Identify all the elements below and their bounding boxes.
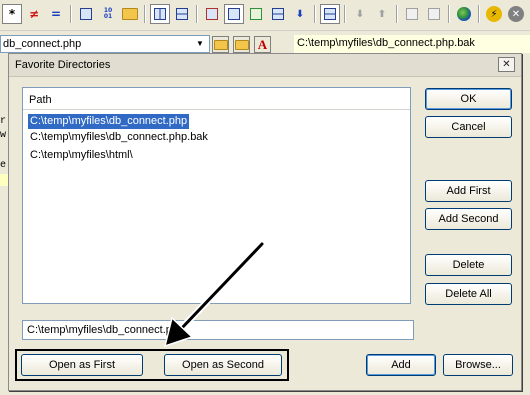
equal-glyph: =	[50, 7, 62, 21]
close-icon: ✕	[502, 59, 511, 70]
toolbar-separator	[144, 5, 146, 23]
sync-right-shape	[428, 8, 440, 20]
dialog-title: Favorite Directories	[15, 59, 111, 71]
open-as-second-button[interactable]: Open as Second	[164, 354, 282, 376]
toolbar-separator	[70, 5, 72, 23]
sync-left-shape	[406, 8, 418, 20]
toolbar-separator	[344, 5, 346, 23]
folder-open-icon[interactable]	[120, 4, 140, 24]
compare-icon[interactable]	[202, 4, 222, 24]
open-folder-shape	[213, 39, 228, 50]
frame-shape	[324, 8, 336, 20]
equal-icon[interactable]: =	[46, 4, 66, 24]
stop-glyph: ✕	[511, 8, 521, 20]
horizontal-split-icon[interactable]	[172, 4, 192, 24]
globe-icon[interactable]	[454, 4, 474, 24]
copy-lines-icon[interactable]	[76, 4, 96, 24]
stop-icon[interactable]: ✕	[506, 4, 526, 24]
right-file-value: C:\temp\myfiles\db_connect.php.bak	[297, 37, 475, 49]
path-input[interactable]: C:\temp\myfiles\db_connect.php	[22, 320, 414, 340]
delete-all-button[interactable]: Delete All	[425, 283, 512, 305]
frame-icon[interactable]	[320, 4, 340, 24]
report-shape	[250, 8, 262, 20]
list-item-label: C:\temp\myfiles\html\	[30, 149, 133, 161]
toolbar-separator	[396, 5, 398, 23]
toolbar-separator	[314, 5, 316, 23]
toolbar-separator	[196, 5, 198, 23]
panel-shape	[228, 8, 240, 20]
save-folder-shape	[234, 39, 249, 50]
background-editor-char: e	[0, 160, 7, 171]
dialog-title-bar[interactable]: Favorite Directories ✕	[9, 54, 521, 77]
open-folder-icon[interactable]	[212, 36, 229, 53]
list-item-label: C:\temp\myfiles\db_connect.php	[30, 115, 188, 127]
copy-lines-shape	[80, 8, 92, 20]
vertical-split-icon[interactable]	[150, 4, 170, 24]
panel-icon[interactable]	[224, 4, 244, 24]
globe-shape	[457, 7, 471, 21]
ok-button[interactable]: OK	[425, 88, 512, 110]
folder-shape	[122, 8, 138, 20]
bolt-glyph: ⚡	[490, 8, 498, 20]
vertical-split-shape	[154, 8, 166, 20]
next-diff-glyph: ⬇	[355, 8, 365, 20]
wrap-icon[interactable]	[268, 4, 288, 24]
list-item[interactable]: C:\temp\myfiles\html\	[28, 148, 135, 163]
chevron-down-icon[interactable]: ▼	[196, 39, 204, 48]
sync-left-icon[interactable]	[402, 4, 422, 24]
cancel-button[interactable]: Cancel	[425, 116, 512, 138]
prev-diff-glyph: ⬆	[377, 8, 387, 20]
column-header-path[interactable]: Path	[23, 88, 410, 110]
font-icon[interactable]: A	[254, 36, 271, 53]
bolt-icon[interactable]: ⚡	[484, 4, 504, 24]
list-item[interactable]: C:\temp\myfiles\db_connect.php.bak	[28, 130, 210, 145]
toolbar-separator	[478, 5, 480, 23]
favorite-directories-dialog: Favorite Directories ✕ Path C:\temp\myfi…	[8, 53, 522, 391]
add-button[interactable]: Add	[366, 354, 436, 376]
list-item[interactable]: C:\temp\myfiles\db_connect.php	[28, 114, 190, 129]
favorites-list[interactable]: Path C:\temp\myfiles\db_connect.php C:\t…	[22, 87, 411, 304]
prev-diff-icon[interactable]: ⬆	[372, 4, 392, 24]
app-toolbar: * ≠ = 10 01 ⬇ ⬇ ⬆ ⚡ ✕	[0, 0, 530, 31]
open-as-first-button[interactable]: Open as First	[21, 354, 143, 376]
left-file-value: db_connect.php	[3, 38, 82, 50]
save-folder-icon[interactable]	[233, 36, 250, 53]
next-diff-icon[interactable]: ⬇	[350, 4, 370, 24]
horizontal-split-shape	[176, 8, 188, 20]
report-icon[interactable]	[246, 4, 266, 24]
list-item-label: C:\temp\myfiles\db_connect.php.bak	[30, 131, 208, 143]
left-file-combo[interactable]: db_connect.php	[0, 35, 210, 53]
asterisk-icon[interactable]: *	[2, 4, 22, 24]
wrap-shape	[272, 8, 284, 20]
sort-icon[interactable]: ⬇	[290, 4, 310, 24]
add-second-button[interactable]: Add Second	[425, 208, 512, 230]
sync-right-icon[interactable]	[424, 4, 444, 24]
sort-glyph: ⬇	[295, 8, 305, 20]
binary-glyph: 10 01	[103, 7, 113, 20]
binary-icon[interactable]: 10 01	[98, 4, 118, 24]
not-equal-icon[interactable]: ≠	[24, 4, 44, 24]
asterisk-glyph: *	[8, 7, 16, 21]
toolbar-separator	[448, 5, 450, 23]
column-header-label: Path	[29, 94, 52, 106]
background-highlight	[0, 174, 8, 186]
background-editor-char: w	[0, 130, 7, 141]
not-equal-glyph: ≠	[28, 7, 40, 21]
close-button[interactable]: ✕	[498, 57, 515, 72]
browse-button[interactable]: Browse...	[443, 354, 513, 376]
stop-shape: ✕	[508, 6, 524, 22]
background-editor-char: r	[0, 116, 7, 127]
right-file-path: C:\temp\myfiles\db_connect.php.bak	[294, 35, 530, 53]
path-input-value: C:\temp\myfiles\db_connect.php	[27, 324, 185, 336]
compare-shape	[206, 8, 218, 20]
bolt-shape: ⚡	[486, 6, 502, 22]
delete-button[interactable]: Delete	[425, 254, 512, 276]
add-first-button[interactable]: Add First	[425, 180, 512, 202]
